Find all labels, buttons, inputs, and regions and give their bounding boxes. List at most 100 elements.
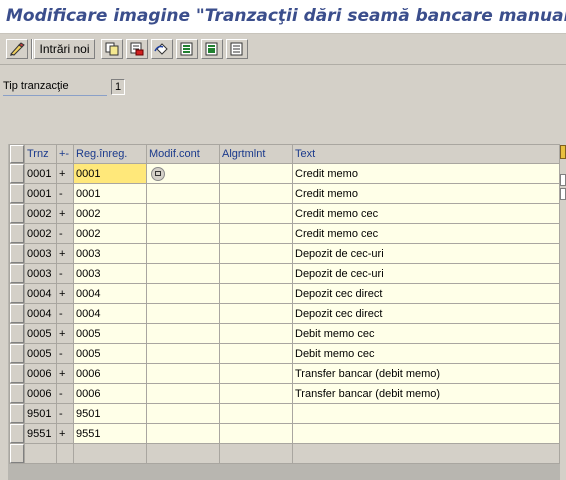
cell-modif[interactable]: [146, 403, 220, 424]
cell-reg[interactable]: 0002: [73, 223, 147, 244]
undo-icon[interactable]: [151, 39, 173, 59]
cell-algrt[interactable]: [219, 403, 293, 424]
column-header-reg[interactable]: Reg.înreg.: [73, 144, 147, 164]
cell-algrt[interactable]: [219, 323, 293, 344]
cell-algrt[interactable]: [219, 263, 293, 284]
row-selector[interactable]: [9, 163, 25, 184]
cell-text[interactable]: Debit memo cec: [292, 343, 560, 364]
select-all-icon[interactable]: [176, 39, 198, 59]
scroll-up-arrow-icon[interactable]: [560, 174, 566, 186]
cell-modif[interactable]: [146, 423, 220, 444]
column-header-trnz[interactable]: Trnz: [24, 144, 57, 164]
cell-modif[interactable]: [146, 243, 220, 264]
cell-modif[interactable]: [146, 343, 220, 364]
cell-algrt[interactable]: [219, 183, 293, 204]
change-icon[interactable]: [6, 39, 28, 59]
cell-text[interactable]: Depozit cec direct: [292, 283, 560, 304]
cell-text[interactable]: Credit memo cec: [292, 223, 560, 244]
cell-reg[interactable]: 0006: [73, 363, 147, 384]
cell-algrt[interactable]: [219, 223, 293, 244]
cell-modif[interactable]: [146, 223, 220, 244]
cell-algrt[interactable]: [219, 203, 293, 224]
cell-reg[interactable]: 0003: [73, 263, 147, 284]
row-selector[interactable]: [9, 343, 25, 364]
row-selector[interactable]: [9, 243, 25, 264]
cell-reg[interactable]: 0004: [73, 283, 147, 304]
cell-text[interactable]: Credit memo: [292, 183, 560, 204]
row-selector[interactable]: [9, 423, 25, 444]
cell-sign: -: [56, 223, 74, 244]
cell-modif[interactable]: [146, 263, 220, 284]
cell-text[interactable]: [292, 403, 560, 424]
cell-reg[interactable]: 0005: [73, 343, 147, 364]
column-header-sign[interactable]: +-: [56, 144, 74, 164]
cell-algrt[interactable]: [219, 363, 293, 384]
cell-reg[interactable]: 9551: [73, 423, 147, 444]
row-selector[interactable]: [9, 283, 25, 304]
cell-text[interactable]: Depozit cec direct: [292, 303, 560, 324]
transaction-type-value: 1: [111, 79, 125, 95]
transactions-table: Trnz +- Reg.înreg. Modif.cont Algrtmlnt …: [9, 144, 560, 464]
row-selector[interactable]: [9, 403, 25, 424]
cell-modif[interactable]: [146, 183, 220, 204]
scroll-down-arrow-icon[interactable]: [560, 188, 566, 200]
cell-reg[interactable]: 9501: [73, 403, 147, 424]
cell-text[interactable]: Transfer bancar (debit memo): [292, 383, 560, 404]
cell-reg[interactable]: 0002: [73, 203, 147, 224]
cell-trnz: 0001: [24, 163, 57, 184]
row-selector[interactable]: [9, 223, 25, 244]
cell-trnz: 0003: [24, 263, 57, 284]
table-settings-icon[interactable]: [560, 145, 566, 159]
cell-modif[interactable]: [146, 363, 220, 384]
cell-algrt[interactable]: [219, 283, 293, 304]
cell-text[interactable]: [292, 423, 560, 444]
cell-algrt[interactable]: [219, 303, 293, 324]
row-selector[interactable]: [9, 323, 25, 344]
transaction-type-label: Tip tranzacţie: [3, 80, 107, 96]
cell-sign: -: [56, 383, 74, 404]
row-selector[interactable]: [9, 183, 25, 204]
column-header-text[interactable]: Text: [292, 144, 560, 164]
column-header-algrt[interactable]: Algrtmlnt: [219, 144, 293, 164]
cell-modif[interactable]: [146, 283, 220, 304]
row-selector[interactable]: [9, 363, 25, 384]
cell-text[interactable]: Credit memo cec: [292, 203, 560, 224]
cell-modif[interactable]: [146, 323, 220, 344]
column-header-modif[interactable]: Modif.cont: [146, 144, 220, 164]
cell-text[interactable]: Credit memo: [292, 163, 560, 184]
cell-text[interactable]: Depozit de cec-uri: [292, 263, 560, 284]
cell-text[interactable]: Transfer bancar (debit memo): [292, 363, 560, 384]
cell-trnz: 9551: [24, 423, 57, 444]
cell-algrt[interactable]: [219, 163, 293, 184]
cell-reg[interactable]: 0003: [73, 243, 147, 264]
cell-reg[interactable]: 0005: [73, 323, 147, 344]
row-selector[interactable]: [9, 303, 25, 324]
cell-text[interactable]: Debit memo cec: [292, 323, 560, 344]
cell-algrt[interactable]: [219, 423, 293, 444]
copy-icon[interactable]: [101, 39, 123, 59]
cell-reg[interactable]: 0001: [73, 183, 147, 204]
cell-algrt[interactable]: [219, 383, 293, 404]
table-footer-row: [9, 443, 560, 464]
cell-text[interactable]: Depozit de cec-uri: [292, 243, 560, 264]
cell-modif[interactable]: [146, 383, 220, 404]
delete-icon[interactable]: [126, 39, 148, 59]
new-entries-button[interactable]: Intrări noi: [34, 39, 95, 59]
select-all-rows-button[interactable]: [9, 144, 25, 164]
cell-algrt[interactable]: [219, 343, 293, 364]
cell-modif[interactable]: [146, 163, 220, 184]
row-selector[interactable]: [9, 203, 25, 224]
select-block-icon[interactable]: [201, 39, 223, 59]
cell-algrt[interactable]: [219, 243, 293, 264]
cell-modif[interactable]: [146, 203, 220, 224]
vertical-scrollbar[interactable]: [560, 144, 566, 480]
row-selector[interactable]: [9, 263, 25, 284]
row-selector[interactable]: [9, 383, 25, 404]
cell-trnz: 0004: [24, 303, 57, 324]
cell-reg[interactable]: 0006: [73, 383, 147, 404]
value-help-icon[interactable]: [151, 166, 165, 181]
cell-reg[interactable]: 0004: [73, 303, 147, 324]
cell-reg[interactable]: 0001: [73, 163, 147, 184]
deselect-all-icon[interactable]: [226, 39, 248, 59]
cell-modif[interactable]: [146, 303, 220, 324]
